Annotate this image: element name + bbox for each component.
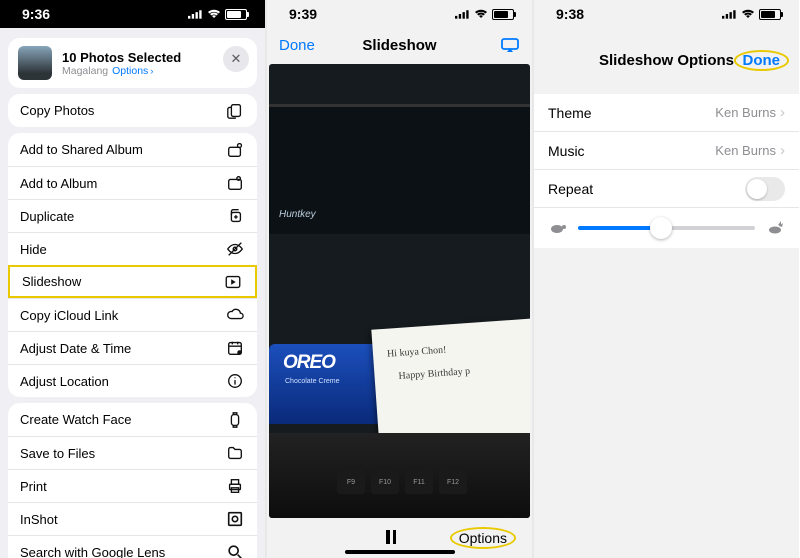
save-files-row[interactable]: Save to Files (8, 436, 257, 469)
slideshow-row[interactable]: Slideshow (8, 265, 257, 298)
status-bar: 9:38 (534, 0, 799, 28)
selection-subtitle: Magalang Options› (62, 65, 181, 77)
google-lens-row[interactable]: Search with Google Lens (8, 535, 257, 558)
watch-icon (225, 410, 245, 430)
options-list: Theme Ken Burns› Music Ken Burns› Repeat (534, 94, 799, 248)
close-button[interactable]: ✕ (223, 46, 249, 72)
status-icons (455, 9, 514, 20)
watch-face-row[interactable]: Create Watch Face (8, 403, 257, 436)
adjust-location-row[interactable]: Adjust Location (8, 364, 257, 397)
hide-row[interactable]: Hide (8, 232, 257, 265)
share-sheet-header: 10 Photos Selected Magalang Options› ✕ (8, 38, 257, 88)
copy-photos-row[interactable]: Copy Photos (8, 94, 257, 127)
icloud-link-row[interactable]: Copy iCloud Link (8, 298, 257, 331)
theme-row[interactable]: Theme Ken Burns› (534, 94, 799, 132)
duplicate-row[interactable]: Duplicate (8, 199, 257, 232)
nav-title: Slideshow Options (599, 52, 734, 69)
action-group-3: Create Watch Face Save to Files Print In… (8, 403, 257, 558)
turtle-icon (548, 221, 568, 235)
selection-title: 10 Photos Selected (62, 50, 181, 65)
rabbit-icon (765, 221, 785, 235)
clock: 9:36 (22, 6, 50, 22)
shared-album-icon (225, 140, 245, 160)
clock: 9:39 (289, 6, 317, 22)
inshot-icon (225, 509, 245, 529)
speed-slider[interactable] (578, 226, 755, 230)
battery-icon (225, 9, 247, 20)
location-info-icon (225, 371, 245, 391)
airplay-icon[interactable] (500, 37, 520, 53)
options-button[interactable]: Options (450, 530, 516, 546)
status-bar: 9:39 (267, 0, 532, 28)
chevron-right-icon: › (780, 142, 785, 159)
search-icon (225, 542, 245, 558)
action-group-1: Copy Photos (8, 94, 257, 127)
nav-bar: Slideshow Options Done (534, 40, 799, 80)
done-button[interactable]: Done (279, 37, 315, 54)
slideshow-icon (223, 272, 243, 292)
chevron-right-icon: › (780, 104, 785, 121)
add-shared-album-row[interactable]: Add to Shared Album (8, 133, 257, 166)
repeat-row: Repeat (534, 170, 799, 208)
status-bar: 9:36 (0, 0, 265, 28)
duplicate-icon (225, 206, 245, 226)
cellular-icon (188, 9, 203, 19)
folder-icon (225, 443, 245, 463)
wifi-icon (741, 9, 755, 19)
battery-icon (759, 9, 781, 20)
pause-button[interactable] (383, 530, 399, 546)
done-button[interactable]: Done (734, 52, 790, 69)
nav-bar: Done Slideshow (267, 28, 532, 62)
slideshow-screen: 9:39 Done Slideshow Huntkey Chocolate Cr… (267, 0, 532, 558)
cellular-icon (722, 9, 737, 19)
status-icons (188, 9, 247, 20)
repeat-toggle[interactable] (745, 177, 785, 201)
album-icon (225, 173, 245, 193)
share-sheet-screen: 9:36 10 Photos Selected Magalang Options… (0, 0, 265, 558)
wifi-icon (207, 9, 221, 19)
wifi-icon (474, 9, 488, 19)
clock: 9:38 (556, 6, 584, 22)
inshot-row[interactable]: InShot (8, 502, 257, 535)
chevron-right-icon: › (150, 66, 153, 76)
slideshow-options-screen: 9:38 Slideshow Options Done Theme Ken Bu… (534, 0, 799, 558)
icloud-link-icon (225, 305, 245, 325)
selection-thumbnail (18, 46, 52, 80)
copy-photos-icon (225, 101, 245, 121)
status-icons (722, 9, 781, 20)
action-group-2: Add to Shared Album Add to Album Duplica… (8, 133, 257, 397)
keyboard: F9 F10 F11 F12 (269, 433, 530, 518)
calendar-icon (225, 338, 245, 358)
slideshow-photo[interactable]: Huntkey Chocolate Creme Hi kuya Chon! Ha… (269, 64, 530, 518)
hide-icon (225, 239, 245, 259)
huntkey-label: Huntkey (279, 209, 316, 220)
battery-icon (492, 9, 514, 20)
add-album-row[interactable]: Add to Album (8, 166, 257, 199)
music-row[interactable]: Music Ken Burns› (534, 132, 799, 170)
header-options-link[interactable]: Options› (112, 65, 153, 77)
print-row[interactable]: Print (8, 469, 257, 502)
adjust-date-row[interactable]: Adjust Date & Time (8, 331, 257, 364)
print-icon (225, 476, 245, 496)
cellular-icon (455, 9, 470, 19)
home-indicator[interactable] (345, 550, 455, 554)
speed-slider-row (534, 208, 799, 248)
